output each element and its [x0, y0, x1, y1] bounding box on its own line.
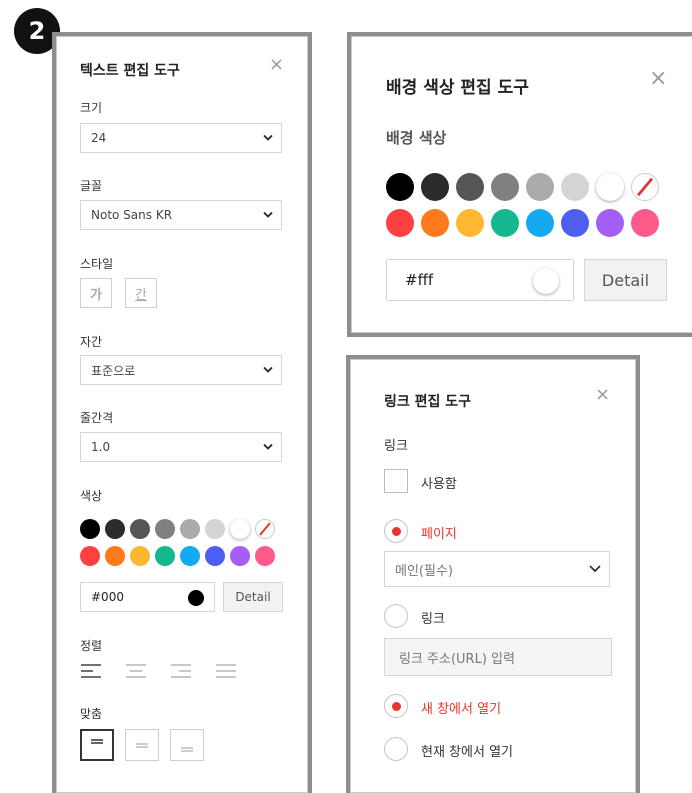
current-window-radio[interactable]: [384, 737, 408, 761]
line-height-select[interactable]: 1.0: [80, 432, 282, 462]
color-swatch[interactable]: [456, 209, 484, 237]
chevron-down-icon: [589, 565, 601, 573]
color-swatch[interactable]: [596, 173, 624, 201]
link-label: 링크: [384, 439, 408, 454]
bold-style-button[interactable]: 가: [80, 278, 112, 308]
color-swatch[interactable]: [130, 519, 150, 539]
close-icon[interactable]: ×: [269, 56, 284, 74]
page-option-label: 페이지: [421, 527, 457, 542]
color-swatch[interactable]: [180, 546, 200, 566]
valign-bottom-icon[interactable]: [170, 729, 204, 761]
color-swatch[interactable]: [421, 173, 449, 201]
current-window-label: 현재 창에서 열기: [421, 745, 513, 760]
chevron-down-icon: [263, 211, 273, 218]
spacing-select[interactable]: 표준으로: [80, 355, 282, 385]
underline-style-button[interactable]: 간: [125, 278, 157, 308]
color-swatch[interactable]: [155, 519, 175, 539]
color-preview-dot: [533, 268, 559, 294]
bg-color-input[interactable]: #fff: [386, 259, 574, 301]
color-swatch[interactable]: [205, 546, 225, 566]
page-select[interactable]: 메인(필수): [384, 551, 610, 587]
text-color-input[interactable]: #000: [80, 582, 215, 612]
color-swatch[interactable]: [386, 173, 414, 201]
color-swatch[interactable]: [80, 546, 100, 566]
color-swatch[interactable]: [421, 209, 449, 237]
font-select[interactable]: Noto Sans KR: [80, 200, 282, 230]
no-color-swatch[interactable]: [255, 519, 275, 539]
line-height-value: 1.0: [91, 440, 111, 454]
valign-label: 맞춤: [80, 707, 103, 721]
no-color-swatch[interactable]: [631, 173, 659, 201]
color-swatch[interactable]: [230, 519, 250, 539]
page-select-value: 메인(필수): [395, 563, 453, 579]
color-swatch[interactable]: [105, 519, 125, 539]
chevron-down-icon: [263, 134, 273, 141]
color-swatch[interactable]: [561, 173, 589, 201]
bg-detail-button[interactable]: Detail: [584, 259, 667, 301]
color-swatch[interactable]: [255, 546, 275, 566]
spacing-label: 자간: [80, 335, 103, 349]
bg-color-value: #fff: [405, 271, 434, 289]
color-swatch[interactable]: [491, 173, 519, 201]
color-swatch[interactable]: [230, 546, 250, 566]
color-swatch[interactable]: [526, 209, 554, 237]
color-swatch[interactable]: [631, 209, 659, 237]
link-tool-title: 링크 편집 도구: [384, 394, 472, 410]
bg-color-label: 배경 색상: [386, 129, 447, 147]
new-window-radio[interactable]: [384, 694, 408, 718]
close-icon[interactable]: ×: [595, 386, 610, 404]
color-swatch[interactable]: [155, 546, 175, 566]
chevron-down-icon: [263, 443, 273, 450]
text-tool-title: 텍스트 편집 도구: [80, 63, 180, 79]
url-input[interactable]: 링크 주소(URL) 입력: [384, 638, 612, 676]
line-height-label: 줄간격: [80, 411, 114, 425]
link-radio[interactable]: [384, 604, 408, 628]
use-link-label: 사용함: [421, 477, 457, 492]
url-placeholder: 링크 주소(URL) 입력: [399, 651, 515, 667]
close-icon[interactable]: ×: [649, 68, 667, 90]
color-swatch[interactable]: [596, 209, 624, 237]
align-left-icon[interactable]: [80, 663, 102, 679]
text-tool-panel: 텍스트 편집 도구 × 크기 24 글꼴 Noto Sans KR 스타일 가 …: [56, 36, 308, 793]
align-center-icon[interactable]: [125, 663, 147, 679]
spacing-value: 표준으로: [91, 363, 136, 378]
font-value: Noto Sans KR: [91, 208, 173, 222]
size-value: 24: [91, 131, 107, 145]
color-swatch[interactable]: [456, 173, 484, 201]
chevron-down-icon: [263, 366, 273, 373]
size-label: 크기: [80, 101, 103, 115]
new-window-label: 새 창에서 열기: [421, 702, 502, 717]
color-swatch[interactable]: [491, 209, 519, 237]
page-radio[interactable]: [384, 519, 408, 543]
bg-tool-title: 배경 색상 편집 도구: [386, 78, 529, 98]
link-option-label: 링크: [421, 612, 445, 627]
align-justify-icon[interactable]: [215, 663, 237, 679]
font-label: 글꼴: [80, 179, 103, 193]
text-color-value: #000: [91, 590, 124, 604]
valign-middle-icon[interactable]: [125, 729, 159, 761]
color-swatch[interactable]: [180, 519, 200, 539]
valign-top-icon[interactable]: [80, 729, 114, 761]
link-tool-panel: 링크 편집 도구 × 링크 사용함 페이지 메인(필수) 링크 링크 주소(UR…: [350, 359, 636, 793]
text-detail-button[interactable]: Detail: [223, 582, 283, 612]
color-swatch[interactable]: [386, 209, 414, 237]
color-preview-dot: [188, 590, 204, 606]
bg-tool-panel: 배경 색상 편집 도구 × 배경 색상 #fff Detail: [351, 36, 692, 333]
color-swatch[interactable]: [561, 209, 589, 237]
color-swatch[interactable]: [526, 173, 554, 201]
color-swatch[interactable]: [80, 519, 100, 539]
size-select[interactable]: 24: [80, 123, 282, 153]
color-swatch[interactable]: [105, 546, 125, 566]
color-swatch[interactable]: [205, 519, 225, 539]
align-right-icon[interactable]: [170, 663, 192, 679]
color-swatch[interactable]: [130, 546, 150, 566]
use-link-checkbox[interactable]: [384, 469, 408, 493]
align-label: 정렬: [80, 639, 103, 653]
color-label: 색상: [80, 489, 103, 503]
style-label: 스타일: [80, 257, 114, 271]
